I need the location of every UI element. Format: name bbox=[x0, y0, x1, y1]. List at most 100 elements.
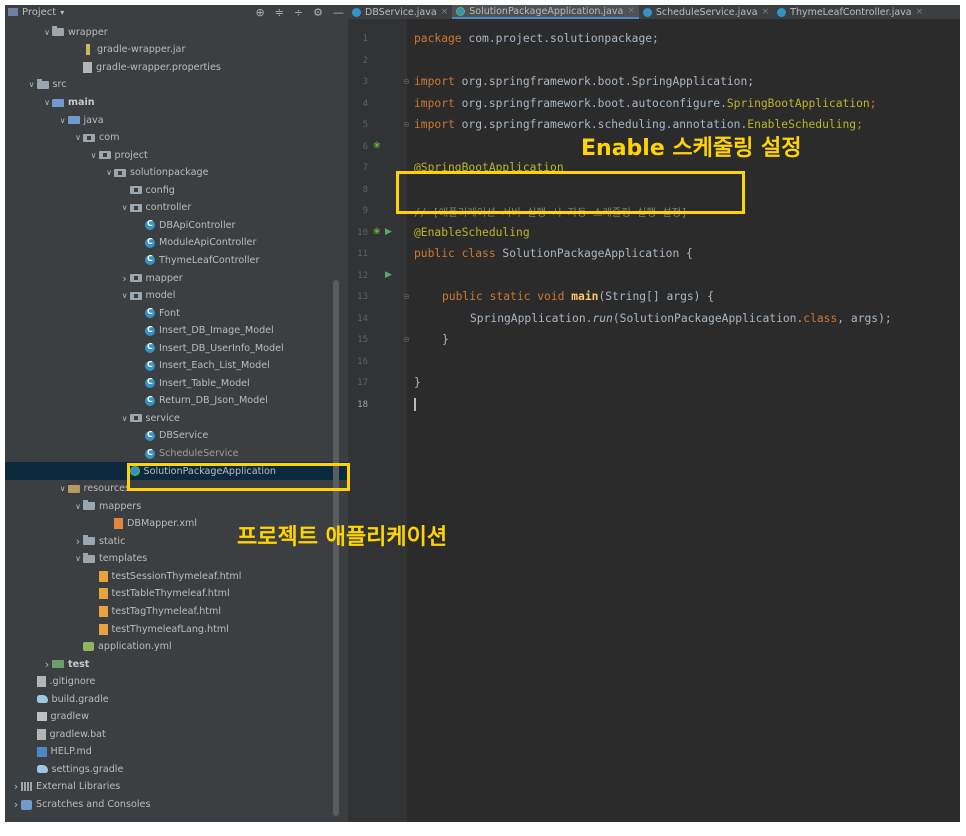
tree-item-model[interactable]: ∨ model bbox=[5, 287, 348, 305]
chevron-down-icon[interactable]: ∨ bbox=[73, 133, 83, 142]
close-icon[interactable]: × bbox=[627, 6, 635, 16]
tree-item-gradlew[interactable]: gradlew bbox=[5, 708, 348, 726]
tree-item-wrapper[interactable]: ∨ wrapper bbox=[5, 24, 348, 42]
expand-all-icon[interactable]: ≑ bbox=[275, 6, 284, 19]
tree-item-dbapicontroller[interactable]: DBApiController bbox=[5, 217, 348, 235]
tab-thymeleafcontroller[interactable]: ThymeLeafController.java × bbox=[773, 5, 927, 19]
tree-item-test[interactable]: › test bbox=[5, 655, 348, 673]
tree-item-build-gradle[interactable]: build.gradle bbox=[5, 690, 348, 708]
tree-item-solutionpackage[interactable]: ∨ solutionpackage bbox=[5, 164, 348, 182]
tree-item-src[interactable]: ∨ src bbox=[5, 76, 348, 94]
tree-item-label: External Libraries bbox=[36, 781, 121, 793]
md-icon bbox=[36, 746, 47, 757]
chevron-down-icon[interactable]: ∨ bbox=[104, 168, 114, 177]
chevron-down-icon[interactable]: ∨ bbox=[73, 554, 83, 563]
tree-item-templates[interactable]: ∨ templates bbox=[5, 550, 348, 568]
tree-item-label: testTagThymeleaf.html bbox=[111, 605, 222, 617]
code-line-1[interactable]: package com.project.solutionpackage; bbox=[414, 32, 659, 45]
tree-item-scheduleservice[interactable]: ScheduleService bbox=[5, 445, 348, 463]
fold-marker-icon[interactable]: ⊖ bbox=[403, 292, 410, 301]
tree-item-service[interactable]: ∨ service bbox=[5, 410, 348, 428]
project-view-selector[interactable]: Project ▾ bbox=[8, 5, 64, 19]
tree-item-settings-gradle[interactable]: settings.gradle bbox=[5, 761, 348, 779]
tree-item-mappers[interactable]: ∨ mappers bbox=[5, 497, 348, 515]
line-number: 15 bbox=[357, 335, 368, 345]
collapse-all-icon[interactable]: ÷ bbox=[294, 6, 303, 19]
tree-item-project[interactable]: ∨ project bbox=[5, 146, 348, 164]
close-icon[interactable]: × bbox=[441, 7, 449, 17]
tree-item-label: Insert_DB_Image_Model bbox=[159, 325, 274, 337]
code-line-17[interactable]: } bbox=[414, 376, 421, 389]
chevron-right-icon[interactable]: › bbox=[120, 272, 130, 285]
folder-icon bbox=[83, 500, 95, 511]
fold-marker-icon[interactable]: ⊖ bbox=[403, 120, 410, 129]
hide-panel-icon[interactable]: — bbox=[333, 6, 344, 19]
tab-dbservice[interactable]: DBService.java × bbox=[348, 5, 452, 19]
tree-item-external-libraries[interactable]: › External Libraries bbox=[5, 778, 336, 796]
editor-tab-bar: DBService.java × SolutionPackageApplicat… bbox=[348, 5, 960, 19]
code-line-14[interactable]: SpringApplication.run(SolutionPackageApp… bbox=[470, 312, 892, 325]
tree-item-main[interactable]: ∨ main bbox=[5, 94, 348, 112]
tree-item-scratches-and-consoles[interactable]: › Scratches and Consoles bbox=[5, 796, 336, 814]
tree-item-gradlew-bat[interactable]: gradlew.bat bbox=[5, 726, 348, 744]
chevron-down-icon[interactable]: ∨ bbox=[120, 414, 130, 423]
close-icon[interactable]: × bbox=[916, 7, 924, 17]
chevron-right-icon[interactable]: › bbox=[11, 798, 21, 811]
fold-marker-icon[interactable]: ⊖ bbox=[403, 77, 410, 86]
tree-item-gradle-wrapper-jar[interactable]: gradle-wrapper.jar bbox=[5, 41, 348, 59]
tree-item-gitignore[interactable]: .gitignore bbox=[5, 673, 348, 691]
chevron-down-icon[interactable]: ∨ bbox=[120, 291, 130, 300]
tree-item-controller[interactable]: ∨ controller bbox=[5, 199, 348, 217]
tree-item-config[interactable]: config bbox=[5, 182, 348, 200]
chevron-down-icon[interactable]: ∨ bbox=[120, 203, 130, 212]
tab-scheduleservice[interactable]: ScheduleService.java × bbox=[639, 5, 773, 19]
chevron-down-icon[interactable]: ∨ bbox=[42, 28, 52, 37]
fold-marker-icon[interactable]: ⊖ bbox=[403, 335, 410, 344]
chevron-right-icon[interactable]: › bbox=[11, 780, 21, 793]
tree-item-insert-each-list-model[interactable]: Insert_Each_List_Model bbox=[5, 357, 348, 375]
tree-item-return-db-json-model[interactable]: Return_DB_Json_Model bbox=[5, 392, 348, 410]
tree-item-testtagthymeleaf-html[interactable]: testTagThymeleaf.html bbox=[5, 603, 348, 621]
tree-item-mapper[interactable]: › mapper bbox=[5, 269, 348, 287]
chevron-down-icon[interactable]: ∨ bbox=[42, 98, 52, 107]
code-line-10[interactable]: @EnableScheduling bbox=[414, 226, 530, 239]
code-line-4[interactable]: import org.springframework.boot.autoconf… bbox=[414, 97, 877, 110]
run-icon[interactable]: ▶ bbox=[385, 227, 392, 237]
tree-item-gradle-wrapper-properties[interactable]: gradle-wrapper.properties bbox=[5, 59, 348, 77]
code-line-13[interactable]: public static void main(String[] args) { bbox=[442, 290, 714, 303]
tree-item-label: gradlew.bat bbox=[49, 728, 106, 740]
run-icon[interactable]: ▶ bbox=[385, 270, 392, 280]
chevron-down-icon[interactable]: ∨ bbox=[73, 502, 83, 511]
tree-item-com[interactable]: ∨ com bbox=[5, 129, 348, 147]
chevron-right-icon[interactable]: › bbox=[73, 535, 83, 548]
tree-item-application-yml[interactable]: application.yml bbox=[5, 638, 348, 656]
gear-icon[interactable]: ⚙ bbox=[313, 6, 323, 19]
tree-item-moduleapicontroller[interactable]: ModuleApiController bbox=[5, 234, 348, 252]
chevron-right-icon[interactable]: › bbox=[42, 658, 52, 671]
chevron-down-icon[interactable]: ∨ bbox=[58, 116, 68, 125]
locate-icon[interactable]: ⊕ bbox=[255, 6, 264, 19]
spring-bean-icon[interactable]: ❀ bbox=[373, 141, 381, 151]
tree-item-testtablethymeleaf-html[interactable]: testTableThymeleaf.html bbox=[5, 585, 348, 603]
spring-bean-icon[interactable]: ❀ bbox=[373, 227, 381, 237]
tree-item-testthymeleaflang-html[interactable]: testThymeleafLang.html bbox=[5, 620, 348, 638]
tree-item-insert-db-userinfo-model[interactable]: Insert_DB_UserInfo_Model bbox=[5, 339, 348, 357]
chevron-down-icon[interactable]: ∨ bbox=[58, 484, 68, 493]
code-line-3[interactable]: import org.springframework.boot.SpringAp… bbox=[414, 75, 754, 88]
tree-item-help-md[interactable]: HELP.md bbox=[5, 743, 348, 761]
editor-gutter[interactable] bbox=[348, 19, 407, 822]
method-name: main bbox=[564, 290, 599, 303]
tree-item-insert-db-image-model[interactable]: Insert_DB_Image_Model bbox=[5, 322, 348, 340]
close-icon[interactable]: × bbox=[762, 7, 770, 17]
tree-item-thymeleafcontroller[interactable]: ThymeLeafController bbox=[5, 252, 348, 270]
tree-item-dbservice[interactable]: DBService bbox=[5, 427, 348, 445]
tree-item-java[interactable]: ∨ java bbox=[5, 111, 348, 129]
tree-item-testsessionthymeleaf-html[interactable]: testSessionThymeleaf.html bbox=[5, 568, 348, 586]
tree-item-font[interactable]: Font bbox=[5, 304, 348, 322]
code-line-15[interactable]: } bbox=[442, 333, 449, 346]
chevron-down-icon[interactable]: ∨ bbox=[27, 80, 37, 89]
chevron-down-icon[interactable]: ∨ bbox=[89, 151, 99, 160]
code-line-11[interactable]: public class SolutionPackageApplication … bbox=[414, 247, 693, 260]
tree-item-insert-table-model[interactable]: Insert_Table_Model bbox=[5, 375, 348, 393]
tab-solutionpackageapplication[interactable]: SolutionPackageApplication.java × bbox=[452, 5, 639, 19]
